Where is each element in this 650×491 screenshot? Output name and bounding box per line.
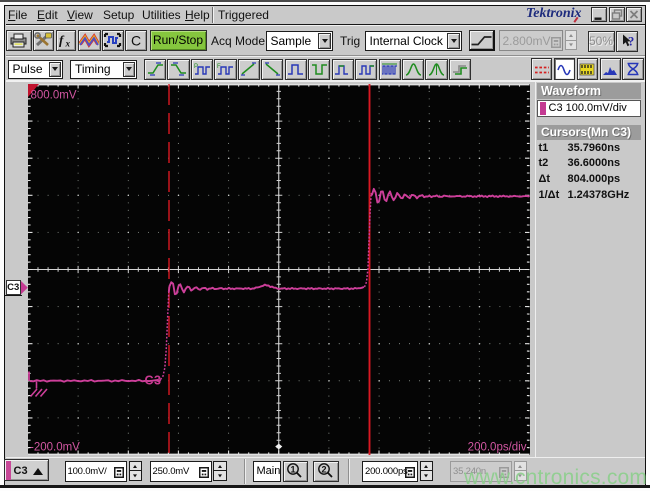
svg-text:-200.0mV: -200.0mV — [30, 442, 80, 454]
svg-text:200.0ps/div: 200.0ps/div — [468, 442, 527, 454]
svg-text:C: C — [131, 33, 141, 49]
svg-text:2: 2 — [321, 465, 326, 475]
svg-text:C3: C3 — [145, 374, 162, 388]
svg-text:800.0mV: 800.0mV — [31, 90, 77, 102]
svg-text:f: f — [59, 33, 65, 48]
svg-text:1: 1 — [291, 465, 296, 475]
svg-text:?: ? — [628, 35, 634, 49]
svg-text:x: x — [64, 39, 70, 49]
